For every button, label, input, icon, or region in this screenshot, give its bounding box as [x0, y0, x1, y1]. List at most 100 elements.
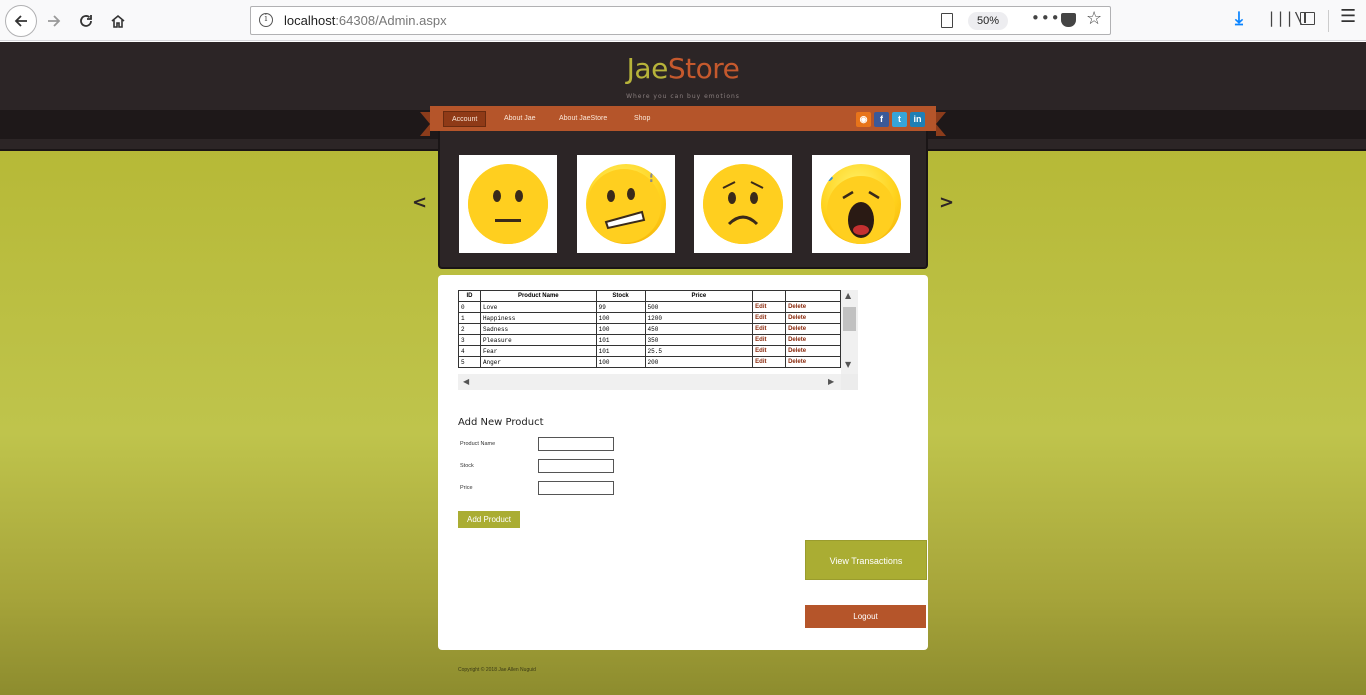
sad-face-icon — [703, 164, 783, 244]
nav-about-jae[interactable]: About Jae — [496, 111, 544, 127]
stock-label: Stock — [460, 463, 474, 469]
twitter-icon[interactable]: t — [892, 112, 907, 127]
ribbon-right — [936, 112, 946, 136]
home-icon — [111, 14, 125, 28]
add-product-button[interactable]: Add Product — [458, 511, 520, 528]
slide-sad[interactable] — [694, 155, 792, 253]
col-delete-header — [785, 290, 841, 302]
col-stock-header: Stock — [595, 290, 646, 302]
products-grid: ID Product Name Stock Price 0 Love 99 500 Ed… — [458, 290, 841, 374]
info-icon[interactable]: i — [259, 13, 273, 27]
cell-product-name: Love — [479, 301, 597, 313]
slide-screaming[interactable] — [812, 155, 910, 253]
browser-toolbar: i localhost:64308/Admin.aspx 50% ••• ☆ ⤓… — [0, 0, 1366, 41]
price-label: Price — [460, 485, 473, 491]
cell-product-name: Sadness — [479, 323, 597, 335]
screaming-face-icon — [821, 164, 901, 244]
product-name-input[interactable] — [538, 437, 614, 451]
edit-link[interactable]: Edit — [752, 356, 787, 368]
product-name-label: Product Name — [460, 441, 496, 447]
hamburger-menu-icon[interactable]: ☰ — [1340, 6, 1356, 27]
scroll-up-icon[interactable]: ▲ — [845, 291, 851, 300]
sidebar-icon[interactable] — [1300, 12, 1315, 25]
cell-price: 450 — [644, 323, 754, 335]
cell-id: 2 — [458, 323, 481, 335]
delete-link[interactable]: Delete — [785, 345, 841, 357]
table-row: 5 Anger 100 200 Edit Delete — [458, 356, 841, 368]
table-row: 0 Love 99 500 Edit Delete — [458, 301, 841, 313]
edit-link[interactable]: Edit — [752, 345, 787, 357]
zoom-level[interactable]: 50% — [968, 12, 1008, 30]
cell-id: 5 — [458, 356, 481, 368]
forward-button[interactable] — [39, 6, 69, 36]
view-transactions-button[interactable]: View Transactions — [805, 540, 927, 580]
table-row: 4 Fear 101 25.5 Edit Delete — [458, 345, 841, 357]
home-button[interactable] — [103, 6, 133, 36]
col-id-header: ID — [458, 290, 481, 302]
library-icon[interactable]: |||\ — [1267, 9, 1303, 27]
scroll-down-icon[interactable]: ▼ — [845, 360, 851, 369]
cell-stock: 100 — [595, 356, 646, 368]
url-bar[interactable]: i localhost:64308/Admin.aspx 50% ••• ☆ — [250, 6, 1111, 35]
products-grid-container[interactable]: ID Product Name Stock Price 0 Love 99 500 Ed… — [458, 290, 858, 390]
logo-jae: Jae — [626, 52, 669, 85]
footer-copyright: Copyright © 2018 Jae Allen Nuguid — [458, 667, 536, 673]
edit-link[interactable]: Edit — [752, 312, 787, 324]
scroll-right-icon[interactable]: ▶ — [828, 377, 834, 386]
nav-about-jaestore[interactable]: About JaeStore — [551, 111, 615, 127]
slide-neutral[interactable] — [459, 155, 557, 253]
cell-product-name: Anger — [479, 356, 597, 368]
stock-input[interactable] — [538, 459, 614, 473]
cell-stock: 100 — [595, 323, 646, 335]
products-table: ID Product Name Stock Price 0 Love 99 500 Ed… — [458, 290, 841, 368]
edit-link[interactable]: Edit — [752, 301, 787, 313]
col-name-header: Product Name — [479, 290, 597, 302]
cell-stock: 99 — [595, 301, 646, 313]
logo-store: Store — [667, 52, 740, 85]
slide-confused[interactable]: ? — [577, 155, 675, 253]
cell-price: 200 — [644, 356, 754, 368]
nav-shop[interactable]: Shop — [626, 111, 658, 127]
download-icon[interactable]: ⤓ — [1235, 8, 1243, 29]
logout-button[interactable]: Logout — [805, 605, 926, 628]
url-text[interactable]: localhost:64308/Admin.aspx — [284, 13, 447, 28]
delete-link[interactable]: Delete — [785, 334, 841, 346]
table-header-row: ID Product Name Stock Price — [458, 290, 841, 302]
url-path: :64308/Admin.aspx — [335, 13, 447, 28]
site-tagline: Where you can buy emotions — [626, 93, 740, 100]
linkedin-icon[interactable]: in — [910, 112, 925, 127]
cell-product-name: Pleasure — [479, 334, 597, 346]
delete-link[interactable]: Delete — [785, 301, 841, 313]
delete-link[interactable]: Delete — [785, 312, 841, 324]
bookmark-star-icon[interactable]: ☆ — [1086, 8, 1102, 29]
page: JaeStore Where you can buy emotions Acco… — [0, 42, 1366, 695]
slider-prev-icon[interactable]: < — [412, 192, 427, 213]
cell-id: 3 — [458, 334, 481, 346]
slider-next-icon[interactable]: > — [939, 192, 954, 213]
delete-link[interactable]: Delete — [785, 323, 841, 335]
nav-account[interactable]: Account — [443, 111, 487, 127]
reader-view-icon[interactable] — [941, 13, 953, 28]
edit-link[interactable]: Edit — [752, 334, 787, 346]
admin-panel: ID Product Name Stock Price 0 Love 99 500 Ed… — [438, 275, 928, 650]
cell-id: 4 — [458, 345, 481, 357]
col-edit-header — [752, 290, 787, 302]
vertical-scrollbar[interactable]: ▲ ▼ — [841, 290, 858, 374]
pocket-icon[interactable] — [1061, 13, 1076, 27]
page-actions-icon[interactable]: ••• — [1031, 9, 1061, 27]
scroll-thumb[interactable] — [843, 307, 856, 331]
scroll-left-icon[interactable]: ◀ — [463, 377, 469, 386]
back-button[interactable] — [5, 5, 37, 37]
rss-icon[interactable]: ◉ — [856, 112, 871, 127]
back-arrow-icon — [14, 15, 27, 27]
edit-link[interactable]: Edit — [752, 323, 787, 335]
cell-stock: 101 — [595, 345, 646, 357]
reload-button[interactable] — [71, 6, 101, 36]
delete-link[interactable]: Delete — [785, 356, 841, 368]
horizontal-scrollbar[interactable]: ◀ ▶ — [458, 374, 841, 390]
neutral-face-icon — [468, 164, 548, 244]
site-logo[interactable]: JaeStore — [0, 52, 1366, 85]
price-input[interactable] — [538, 481, 614, 495]
facebook-icon[interactable]: f — [874, 112, 889, 127]
table-row: 3 Pleasure 101 350 Edit Delete — [458, 334, 841, 346]
